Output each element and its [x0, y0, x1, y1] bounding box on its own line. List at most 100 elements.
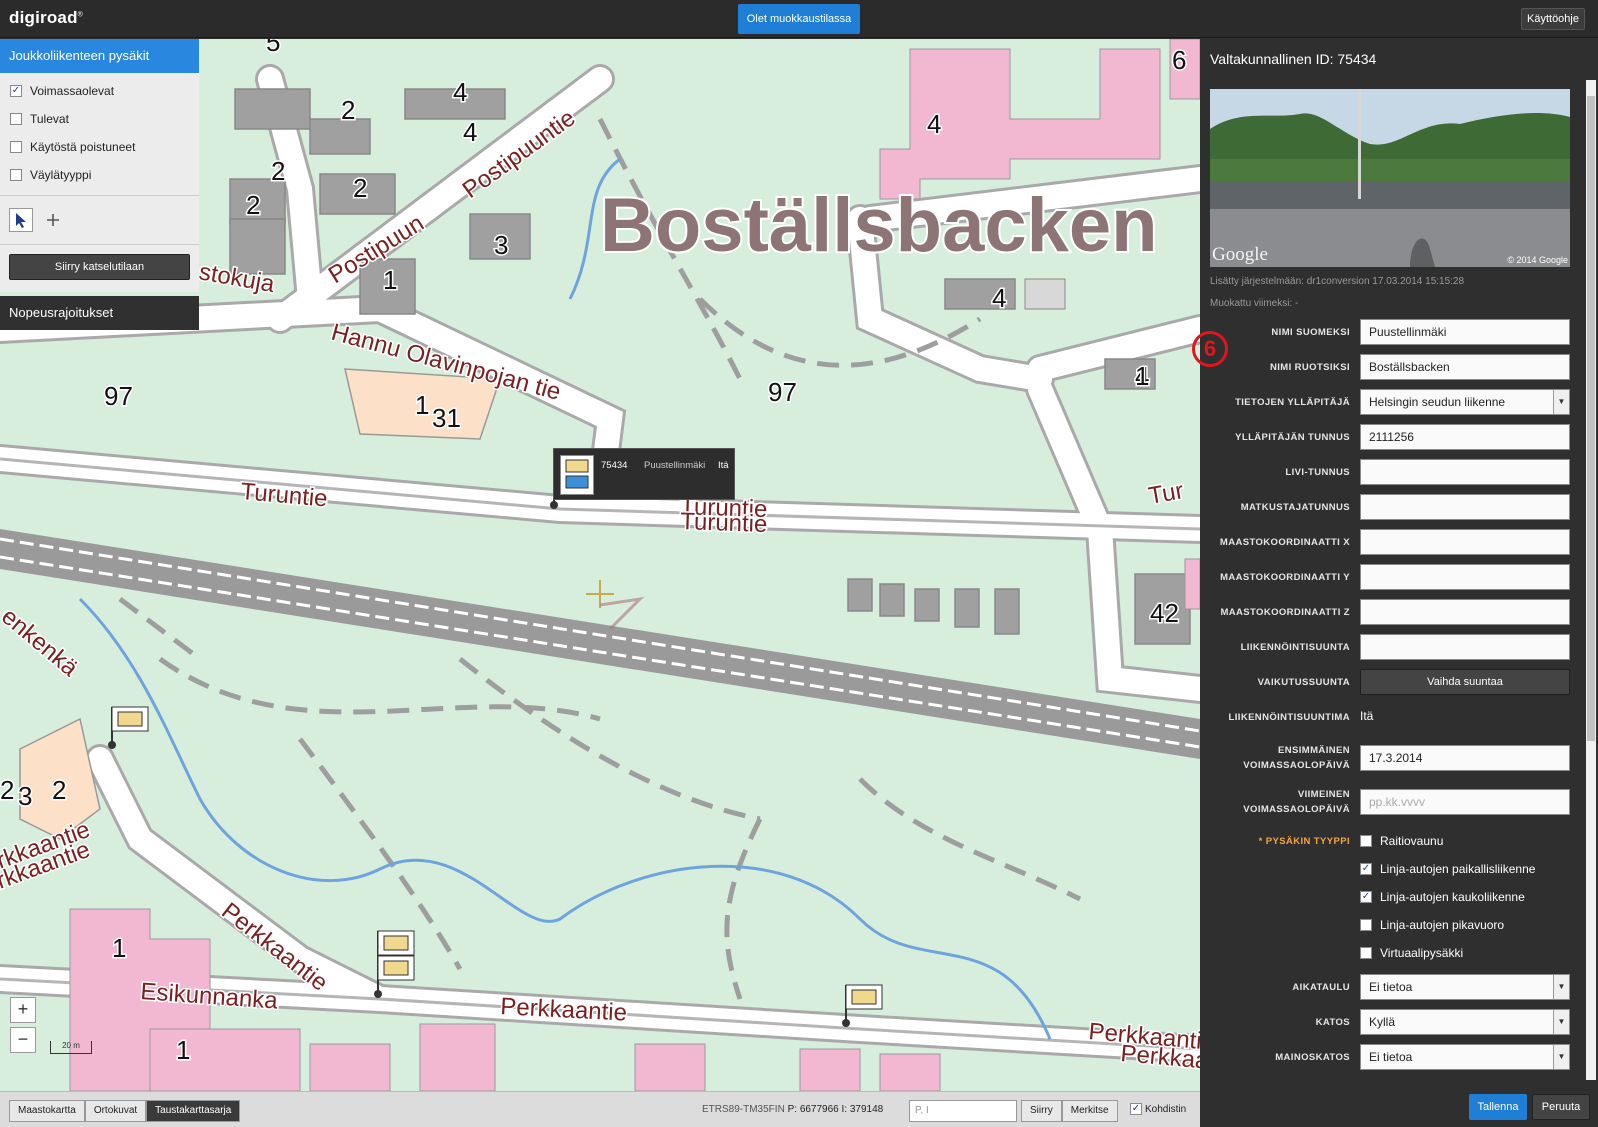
speed-limits-layer[interactable]: Nopeusrajoitukset — [0, 296, 199, 330]
name-sv-input[interactable]: Boställsbacken — [1360, 354, 1570, 380]
basemap-background-button[interactable]: Taustakarttasarja — [146, 1100, 241, 1122]
checkbox-icon[interactable]: ✓ — [1130, 1103, 1142, 1115]
house-number: 2 — [353, 173, 367, 203]
maintainer-id-input[interactable]: 2111256 — [1360, 424, 1570, 450]
house-number: 3 — [494, 230, 508, 260]
house-number: 4 — [453, 77, 467, 107]
top-bar: digiroad® Olet muokkaustilassa Käyttöohj… — [0, 0, 1598, 38]
basemap-ortho-button[interactable]: Ortokuvat — [84, 1100, 147, 1122]
mark-button[interactable]: Merkitse — [1061, 1100, 1118, 1122]
basemap-terrain-button[interactable]: Maastokartta — [9, 1100, 85, 1122]
chevron-down-icon[interactable]: ▼ — [1553, 390, 1569, 414]
basemap-switcher: Maastokartta Ortokuvat Taustakarttasarja — [9, 1100, 241, 1122]
chevron-down-icon[interactable]: ▼ — [1553, 975, 1569, 999]
chevron-down-icon[interactable]: ▼ — [1553, 1045, 1569, 1069]
popup-stop-direction: Itä — [718, 460, 729, 471]
road-label: Tur — [1146, 477, 1185, 510]
checkbox-icon[interactable] — [10, 141, 22, 153]
bus-stop-marker — [108, 706, 149, 749]
house-number: 1 — [383, 265, 397, 295]
coord-z-input[interactable] — [1360, 599, 1570, 625]
coord-y-input[interactable] — [1360, 564, 1570, 590]
timetable-select[interactable]: Ei tietoa ▼ — [1360, 974, 1570, 1000]
checkbox-icon[interactable] — [1360, 947, 1372, 959]
layer-title[interactable]: Joukkoliikenteen pysäkit — [0, 39, 199, 73]
panel-scrollbar-thumb[interactable] — [1587, 96, 1595, 741]
coordinate-input[interactable]: P, I — [909, 1100, 1017, 1122]
house-number: 4 — [992, 283, 1006, 313]
ad-shelter-select[interactable]: Ei tietoa ▼ — [1360, 1044, 1570, 1070]
passenger-id-input[interactable] — [1360, 494, 1570, 520]
edit-mode-indicator[interactable]: Olet muokkaustilassa — [738, 4, 860, 34]
popup-stop-id: 75434 — [601, 460, 628, 471]
cancel-button[interactable]: Peruuta — [1532, 1094, 1590, 1120]
house-number: 1 — [176, 1035, 190, 1065]
house-number: 3 — [18, 781, 32, 811]
photo-copyright: © 2014 Google — [1507, 255, 1568, 265]
checkbox-icon[interactable]: ✓ — [1360, 863, 1372, 875]
road-label: enkenkä — [0, 603, 84, 682]
added-info: Lisätty järjestelmään: dr1conversion 17.… — [1210, 276, 1465, 287]
select-tool-icon[interactable] — [9, 208, 33, 232]
house-number: 6 — [1172, 45, 1186, 75]
road-label: Turuntie — [680, 508, 768, 538]
checkbox-icon[interactable] — [10, 113, 22, 125]
scale-bar: 20 m — [50, 1041, 92, 1054]
filter-removed[interactable]: Käytöstä poistuneet — [0, 133, 199, 161]
house-number: 31 — [432, 403, 461, 433]
house-number: 2 — [52, 775, 66, 805]
shelter-select[interactable]: Kyllä ▼ — [1360, 1009, 1570, 1035]
traffic-direction-input[interactable] — [1360, 634, 1570, 660]
stop-popup[interactable]: 75434 Puustellinmäki Itä — [553, 448, 735, 500]
filter-road-type[interactable]: Väylätyyppi — [0, 161, 199, 189]
zoom-out-button[interactable]: − — [10, 1027, 36, 1053]
street-view-photo[interactable]: Google © 2014 Google — [1210, 89, 1570, 267]
filter-upcoming[interactable]: Tulevat — [0, 105, 199, 133]
zoom-in-button[interactable]: + — [10, 997, 36, 1023]
checkbox-icon[interactable] — [10, 169, 22, 181]
road-label: Perkkaar — [1119, 1040, 1200, 1075]
change-direction-button[interactable]: Vaihda suuntaa — [1360, 669, 1570, 695]
target-toggle[interactable]: ✓ Kohdistin — [1130, 1103, 1186, 1115]
bus-stop-icon — [560, 455, 594, 495]
last-date-input[interactable]: pp.kk.vvvv — [1360, 789, 1570, 815]
house-number: 97 — [768, 377, 797, 407]
house-number: 4 — [463, 117, 477, 147]
filter-valid[interactable]: ✓ Voimassaolevat — [0, 77, 199, 105]
maintainer-select[interactable]: Helsingin seudun liikenne ▼ — [1360, 389, 1570, 415]
panel-title: Valtakunnallinen ID: 75434 — [1210, 51, 1377, 67]
checkbox-icon[interactable]: ✓ — [1360, 891, 1372, 903]
livi-id-input[interactable] — [1360, 459, 1570, 485]
bearing-value: Itä — [1360, 709, 1374, 723]
coordinate-actions: Siirry Merkitse — [1021, 1100, 1118, 1122]
house-number: 97 — [104, 381, 133, 411]
house-number: 1 — [112, 933, 126, 963]
add-tool-icon[interactable] — [41, 208, 65, 232]
chevron-down-icon[interactable]: ▼ — [1553, 1010, 1569, 1034]
place-name: Boställsbacken — [600, 183, 1158, 268]
name-fi-input[interactable]: Puustellinmäki — [1360, 319, 1570, 345]
first-date-input[interactable]: 17.3.2014 — [1360, 745, 1570, 771]
coordinate-readout: ETRS89-TM35FIN P: 6677966 I: 379148 — [702, 1104, 884, 1115]
checkbox-icon[interactable] — [1360, 835, 1372, 847]
step-marker-badge: 6 — [1192, 331, 1228, 367]
checkbox-icon[interactable] — [1360, 919, 1372, 931]
bottom-bar: Maastokartta Ortokuvat Taustakarttasarja… — [0, 1091, 1200, 1127]
help-button[interactable]: Käyttöohje — [1521, 8, 1585, 30]
house-number: 2 — [246, 190, 260, 220]
tool-bar — [0, 195, 199, 245]
house-number: 2 — [0, 775, 14, 805]
house-number: 5 — [266, 39, 280, 57]
layer-panel: Joukkoliikenteen pysäkit ✓ Voimassaolevat… — [0, 39, 199, 292]
move-button[interactable]: Siirry — [1021, 1100, 1062, 1122]
house-number: 1 — [415, 390, 429, 420]
house-number: 4 — [927, 109, 941, 139]
house-number: 42 — [1150, 598, 1179, 628]
save-button[interactable]: Tallenna — [1469, 1094, 1527, 1120]
stop-details-panel: Valtakunnallinen ID: 75434 Google © 2014… — [1200, 39, 1598, 1127]
checkbox-icon[interactable]: ✓ — [10, 85, 22, 97]
coord-x-input[interactable] — [1360, 529, 1570, 555]
view-mode-button[interactable]: Siirry katselutilaan — [9, 254, 190, 280]
app: Postipuuntie Postipuun Hannu Olavinpojan… — [0, 0, 1598, 1127]
photo-brand: Google — [1212, 244, 1268, 265]
